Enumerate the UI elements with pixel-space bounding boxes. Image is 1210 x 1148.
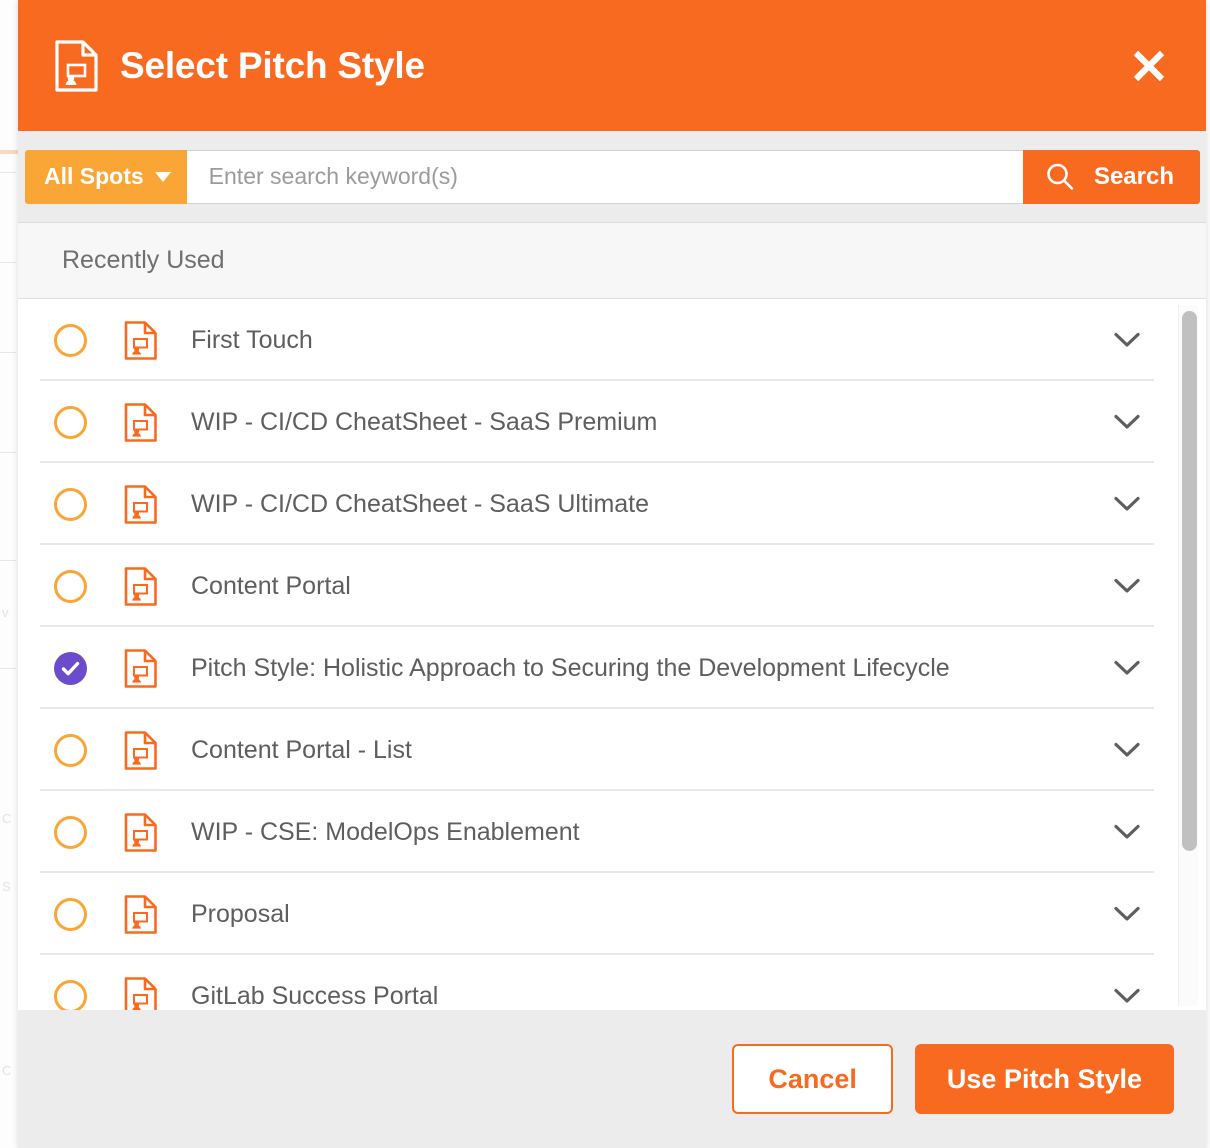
radio-unselected-icon[interactable] [54, 734, 87, 767]
presentation-document-icon [87, 813, 157, 852]
radio-selected-icon[interactable] [54, 652, 87, 685]
list-item-label: First Touch [191, 326, 313, 355]
list-item-label: WIP - CI/CD CheatSheet - SaaS Premium [191, 408, 657, 437]
presentation-document-icon [54, 40, 98, 92]
presentation-document-icon [87, 485, 157, 524]
list-item-label: WIP - CSE: ModelOps Enablement [191, 818, 580, 847]
radio-unselected-icon[interactable] [54, 570, 87, 603]
section-header-label: Recently Used [62, 246, 225, 275]
list-item[interactable]: GitLab Success Portal [18, 955, 1174, 1010]
page-title: Select Pitch Style [120, 45, 425, 87]
radio-unselected-icon[interactable] [54, 980, 87, 1011]
list-item-label: GitLab Success Portal [191, 982, 438, 1011]
list-item[interactable]: WIP - CI/CD CheatSheet - SaaS Ultimate [18, 463, 1174, 545]
chevron-down-icon[interactable] [1114, 824, 1174, 840]
modal-footer: Cancel Use Pitch Style [18, 1010, 1206, 1148]
background-text: C [2, 1064, 16, 1077]
presentation-document-icon [87, 731, 157, 770]
presentation-document-icon [87, 649, 157, 688]
pitch-style-list: First Touch WIP - CI/CD CheatSheet - Saa… [18, 299, 1174, 1010]
background-divider [0, 262, 16, 263]
list-item[interactable]: First Touch [18, 299, 1174, 381]
background-text: v [2, 606, 16, 619]
search-bar: All Spots Search [18, 131, 1206, 223]
list-item-label: Pitch Style: Holistic Approach to Securi… [191, 654, 950, 683]
radio-unselected-icon[interactable] [54, 324, 87, 357]
chevron-down-icon[interactable] [1114, 332, 1174, 348]
select-pitch-style-modal: Select Pitch Style All Spots Search [18, 0, 1206, 1148]
list-item[interactable]: WIP - CI/CD CheatSheet - SaaS Premium [18, 381, 1174, 463]
close-icon [1132, 49, 1166, 83]
radio-unselected-icon[interactable] [54, 816, 87, 849]
background-divider [0, 452, 16, 453]
all-spots-label: All Spots [44, 163, 144, 190]
chevron-down-icon[interactable] [1114, 988, 1174, 1004]
list-scrollbar[interactable] [1178, 305, 1198, 1006]
list-scrollbar-thumb[interactable] [1182, 311, 1197, 851]
search-button[interactable]: Search [1023, 150, 1200, 204]
presentation-document-icon [87, 895, 157, 934]
background-tint [0, 150, 18, 154]
background-divider [0, 352, 16, 353]
close-button[interactable] [1126, 43, 1172, 89]
list-item[interactable]: Proposal [18, 873, 1174, 955]
presentation-document-icon [87, 567, 157, 606]
chevron-down-icon[interactable] [1114, 578, 1174, 594]
cancel-button[interactable]: Cancel [732, 1044, 893, 1114]
background-divider [0, 560, 16, 561]
chevron-down-icon[interactable] [1114, 906, 1174, 922]
modal-header: Select Pitch Style [18, 0, 1206, 131]
chevron-down-icon[interactable] [1114, 496, 1174, 512]
presentation-document-icon [87, 321, 157, 360]
pitch-style-list-region: First Touch WIP - CI/CD CheatSheet - Saa… [18, 299, 1206, 1010]
presentation-document-icon [87, 977, 157, 1011]
chevron-down-icon[interactable] [1114, 660, 1174, 676]
use-pitch-style-button[interactable]: Use Pitch Style [915, 1044, 1174, 1114]
background-text: C [2, 812, 16, 825]
chevron-down-icon[interactable] [1114, 414, 1174, 430]
list-item[interactable]: Content Portal - List [18, 709, 1174, 791]
presentation-document-icon [87, 403, 157, 442]
search-button-label: Search [1094, 163, 1174, 191]
list-item-label: Content Portal - List [191, 736, 412, 765]
radio-unselected-icon[interactable] [54, 406, 87, 439]
list-item-label: Content Portal [191, 572, 351, 601]
list-item-label: Proposal [191, 900, 290, 929]
background-text: S [2, 880, 16, 893]
list-item-label: WIP - CI/CD CheatSheet - SaaS Ultimate [191, 490, 649, 519]
modal-header-left: Select Pitch Style [54, 40, 425, 92]
list-item[interactable]: WIP - CSE: ModelOps Enablement [18, 791, 1174, 873]
chevron-down-icon[interactable] [1114, 742, 1174, 758]
recently-used-section-header: Recently Used [18, 223, 1206, 299]
background-divider [0, 172, 16, 173]
background-divider [0, 668, 16, 669]
list-item[interactable]: Pitch Style: Holistic Approach to Securi… [18, 627, 1174, 709]
radio-unselected-icon[interactable] [54, 488, 87, 521]
list-item[interactable]: Content Portal [18, 545, 1174, 627]
search-icon [1045, 162, 1075, 192]
search-row: All Spots Search [25, 150, 1200, 204]
radio-unselected-icon[interactable] [54, 898, 87, 931]
all-spots-dropdown[interactable]: All Spots [25, 150, 187, 204]
search-input[interactable] [187, 150, 1023, 204]
chevron-down-icon [155, 172, 171, 182]
